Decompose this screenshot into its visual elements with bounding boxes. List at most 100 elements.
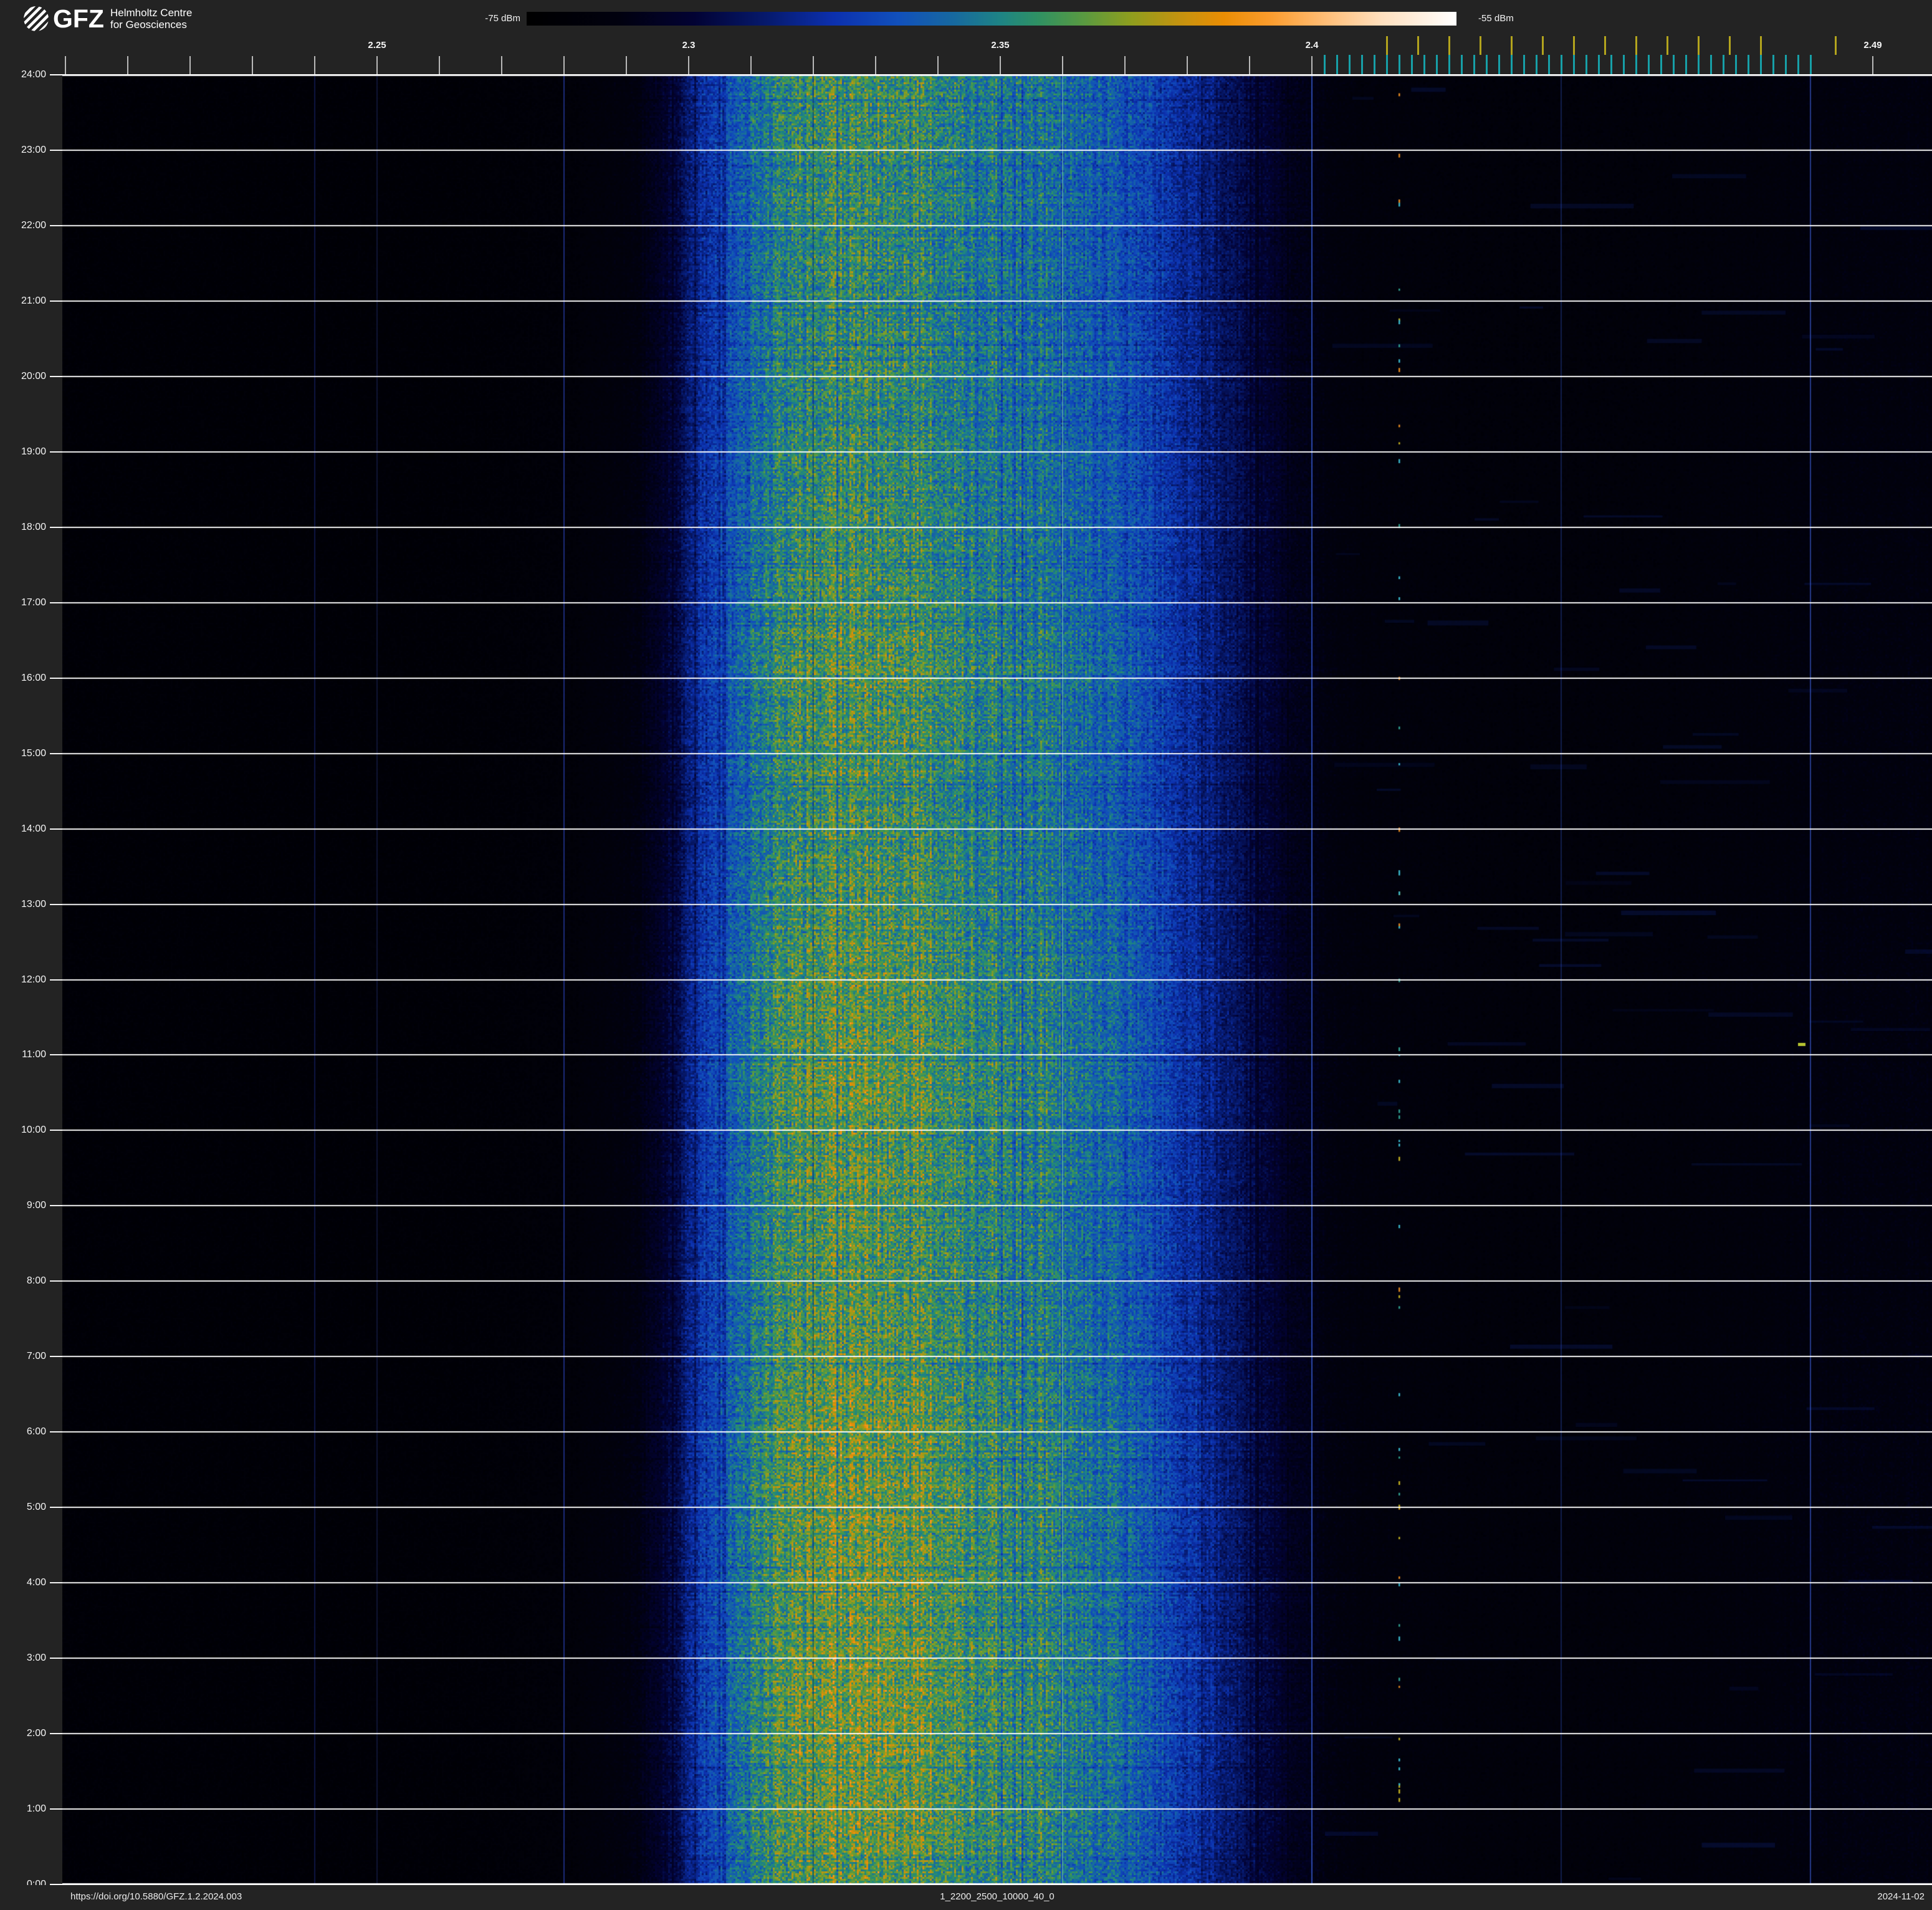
freq-minor-tick — [813, 56, 814, 75]
colorbar-max-label: -55 dBm — [1478, 13, 1514, 24]
time-axis-label: 12:00 — [21, 974, 46, 985]
ble-channel-tick — [1810, 55, 1812, 74]
ble-channel-tick — [1685, 55, 1687, 74]
freq-minor-tick — [1311, 56, 1313, 75]
time-axis-label: 20:00 — [21, 370, 46, 382]
ble-channel-tick — [1361, 55, 1363, 74]
ble-channel-tick — [1349, 55, 1351, 74]
time-axis-label: 13:00 — [21, 898, 46, 909]
ble-channel-tick — [1399, 55, 1400, 74]
wifi-channel-tick — [1480, 36, 1481, 55]
time-axis-tick — [50, 602, 62, 603]
ble-channel-tick — [1436, 55, 1438, 74]
wifi-channel-tick — [1542, 36, 1544, 55]
ble-channel-tick — [1710, 55, 1712, 74]
time-axis-label: 3:00 — [26, 1653, 46, 1664]
freq-minor-tick — [1062, 56, 1063, 75]
freq-minor-tick — [65, 56, 66, 75]
ble-channel-tick — [1473, 55, 1475, 74]
ble-channel-tick — [1723, 55, 1724, 74]
ble-channel-tick — [1748, 55, 1749, 74]
freq-minor-tick — [1872, 56, 1873, 75]
time-axis-label: 24:00 — [21, 69, 46, 80]
freq-minor-tick — [750, 56, 752, 75]
time-axis-label: 14:00 — [21, 823, 46, 834]
wifi-channel-tick — [1448, 36, 1450, 55]
ble-channel-tick — [1673, 55, 1675, 74]
time-axis-tick — [50, 149, 62, 151]
time-axis-tick — [50, 1205, 62, 1207]
ble-channel-tick — [1660, 55, 1662, 74]
ble-channel-tick — [1760, 55, 1762, 74]
freq-axis-label: 2.49 — [1863, 40, 1882, 50]
time-axis-tick — [50, 1733, 62, 1735]
time-axis-label: 6:00 — [26, 1426, 46, 1437]
gfz-globe-icon — [24, 6, 49, 31]
freq-minor-tick — [189, 56, 191, 75]
time-axis-label: 2:00 — [26, 1728, 46, 1739]
freq-axis-label: 2.4 — [1305, 40, 1319, 50]
time-axis-tick — [50, 1507, 62, 1509]
time-axis-label: 10:00 — [21, 1125, 46, 1136]
ble-channel-tick — [1374, 55, 1375, 74]
footer-bar: https://doi.org/10.5880/GFZ.1.2.2024.003… — [0, 1885, 1932, 1910]
time-axis-tick — [50, 979, 62, 981]
time-axis-label: 1:00 — [26, 1803, 46, 1815]
time-axis-tick — [50, 451, 62, 453]
freq-minor-tick — [1249, 56, 1250, 75]
time-axis-label: 5:00 — [26, 1502, 46, 1513]
ble-channel-tick — [1635, 55, 1637, 74]
ble-channel-tick — [1523, 55, 1525, 74]
ble-channel-tick — [1785, 55, 1787, 74]
ble-channel-tick — [1486, 55, 1488, 74]
time-axis-tick — [50, 300, 62, 302]
spectrogram-canvas — [62, 75, 1932, 1884]
date-label: 2024-11-02 — [1877, 1891, 1925, 1902]
ble-channel-tick — [1411, 55, 1413, 74]
time-axis-label: 18:00 — [21, 521, 46, 532]
ble-channel-tick — [1511, 55, 1513, 74]
time-axis-tick — [50, 677, 62, 679]
time-axis-tick — [50, 1658, 62, 1659]
time-axis-label: 8:00 — [26, 1275, 46, 1287]
plot-area — [62, 75, 1932, 1884]
ble-channel-tick — [1498, 55, 1500, 74]
wifi-channel-tick — [1604, 36, 1606, 55]
dataset-id: 1_2200_2500_10000_40_0 — [940, 1891, 1054, 1902]
freq-minor-tick — [688, 56, 689, 75]
ble-channel-tick — [1585, 55, 1587, 74]
time-axis-label: 16:00 — [21, 672, 46, 683]
time-axis-tick — [50, 752, 62, 754]
wifi-channel-tick — [1386, 36, 1388, 55]
wifi-channel-tick — [1698, 36, 1700, 55]
wifi-channel-tick — [1760, 36, 1762, 55]
time-axis-label: 17:00 — [21, 597, 46, 608]
freq-minor-tick — [127, 56, 128, 75]
colorbar-gradient — [527, 12, 1456, 26]
wifi-channel-tick — [1635, 36, 1637, 55]
wifi-channel-tick — [1667, 36, 1668, 55]
time-axis-tick — [50, 1280, 62, 1282]
ble-channel-tick — [1573, 55, 1575, 74]
ble-channel-tick — [1536, 55, 1537, 74]
freq-axis-label: 2.35 — [991, 40, 1010, 50]
time-axis-label: 11:00 — [22, 1049, 46, 1060]
colorbar-min-label: -75 dBm — [485, 13, 520, 24]
freq-minor-tick — [1124, 56, 1126, 75]
time-axis-tick — [50, 828, 62, 830]
wifi-channel-tick — [1729, 36, 1731, 55]
freq-minor-tick — [252, 56, 253, 75]
time-axis-tick — [50, 1356, 62, 1358]
time-axis-tick — [50, 224, 62, 226]
freq-axis-label: 2.25 — [368, 40, 386, 50]
ble-channel-tick — [1648, 55, 1650, 74]
wifi-channel-tick — [1511, 36, 1513, 55]
time-axis-tick — [50, 526, 62, 528]
gfz-logo: GFZ Helmholtz Centre for Geosciences — [24, 6, 192, 32]
ble-channel-tick — [1561, 55, 1562, 74]
ble-channel-tick — [1461, 55, 1463, 74]
ble-channel-tick — [1448, 55, 1450, 74]
ble-channel-tick — [1623, 55, 1625, 74]
time-axis-label: 23:00 — [21, 144, 46, 155]
ble-channel-tick — [1772, 55, 1774, 74]
